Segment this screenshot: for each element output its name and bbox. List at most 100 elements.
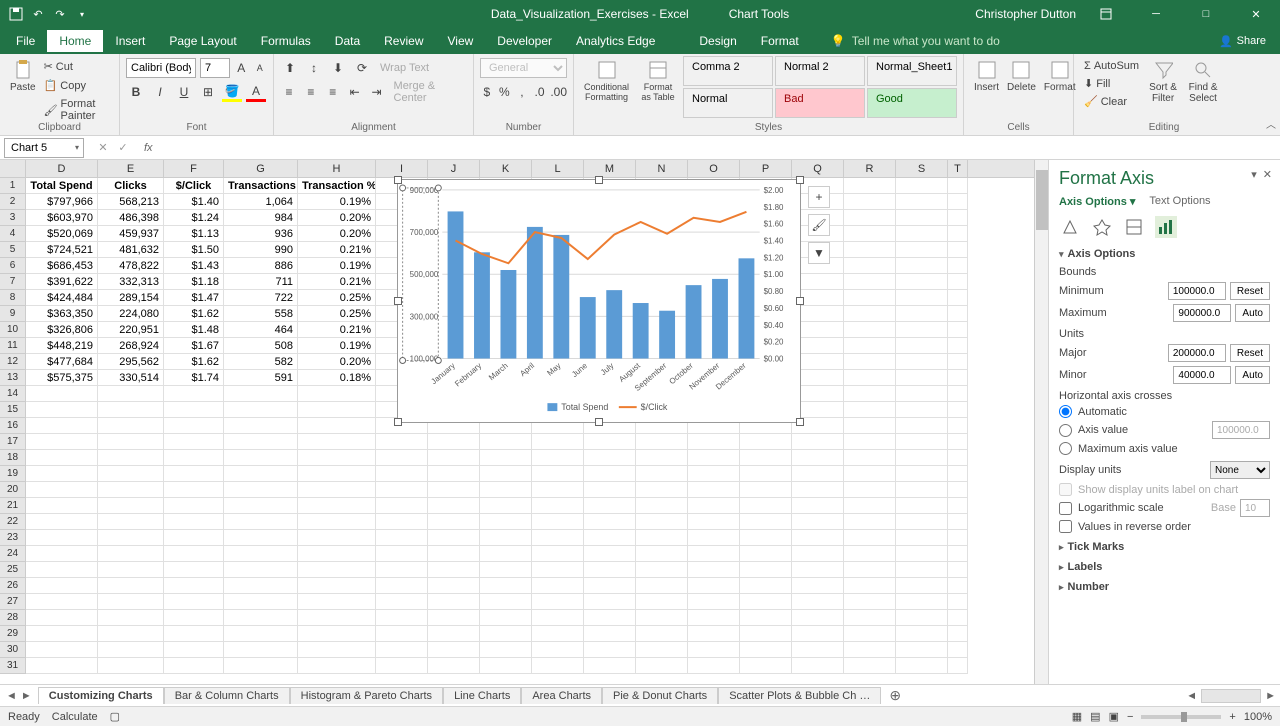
row-header[interactable]: 31 (0, 658, 26, 674)
conditional-formatting-button[interactable]: Conditional Formatting (580, 56, 633, 118)
cell[interactable]: 558 (224, 306, 298, 322)
cell[interactable] (164, 610, 224, 626)
axis-min-input[interactable] (1168, 282, 1226, 300)
cell[interactable]: 486,398 (98, 210, 164, 226)
cell[interactable]: 295,562 (98, 354, 164, 370)
cell[interactable] (948, 642, 968, 658)
cell[interactable] (584, 578, 636, 594)
cell[interactable] (224, 402, 298, 418)
cell[interactable]: 568,213 (98, 194, 164, 210)
cell[interactable] (164, 546, 224, 562)
cell[interactable] (428, 466, 480, 482)
cell[interactable] (298, 418, 376, 434)
cell[interactable] (164, 418, 224, 434)
style-normal2[interactable]: Normal 2 (775, 56, 865, 86)
cell[interactable] (98, 594, 164, 610)
cell[interactable] (844, 306, 896, 322)
cell[interactable] (688, 498, 740, 514)
indent-inc-icon[interactable]: ⇥ (368, 82, 386, 102)
cell[interactable] (26, 546, 98, 562)
cell[interactable] (480, 466, 532, 482)
cell[interactable] (896, 226, 948, 242)
increase-decimal-icon[interactable]: .0 (533, 82, 547, 102)
cell[interactable]: 289,154 (98, 290, 164, 306)
chart-handle-s[interactable] (595, 418, 603, 426)
cell[interactable] (948, 450, 968, 466)
comma-icon[interactable]: , (515, 82, 529, 102)
cell[interactable] (164, 386, 224, 402)
row-header[interactable]: 14 (0, 386, 26, 402)
cell[interactable]: 0.19% (298, 258, 376, 274)
formula-input[interactable] (159, 138, 1280, 158)
cell[interactable] (480, 658, 532, 674)
cell[interactable] (844, 402, 896, 418)
crosses-value-input[interactable] (1212, 421, 1270, 439)
cell[interactable] (792, 562, 844, 578)
cell[interactable] (844, 514, 896, 530)
cell[interactable] (376, 450, 428, 466)
cell[interactable] (688, 594, 740, 610)
cell[interactable] (532, 594, 584, 610)
row-header[interactable]: 19 (0, 466, 26, 482)
cell[interactable] (298, 594, 376, 610)
cell[interactable] (688, 626, 740, 642)
cell[interactable] (428, 450, 480, 466)
axis-max-auto[interactable]: Auto (1235, 304, 1270, 322)
cell[interactable] (98, 562, 164, 578)
font-color-icon[interactable]: A (246, 82, 266, 102)
cell[interactable] (376, 434, 428, 450)
cell[interactable]: Transaction % (298, 178, 376, 194)
spreadsheet-grid[interactable]: DEFGHIJKLMNOPQRST 1234567891011121314151… (0, 160, 1034, 684)
cell[interactable]: 464 (224, 322, 298, 338)
cell[interactable]: $1.67 (164, 338, 224, 354)
cell[interactable]: $1.62 (164, 354, 224, 370)
align-right-icon[interactable]: ≡ (324, 82, 342, 102)
axis-options-section[interactable]: Axis Options (1059, 248, 1270, 260)
cell[interactable] (98, 402, 164, 418)
cell[interactable]: Clicks (98, 178, 164, 194)
align-center-icon[interactable]: ≡ (302, 82, 320, 102)
cut-button[interactable]: ✂Cut (40, 58, 113, 75)
cell[interactable] (688, 658, 740, 674)
axis-min-reset[interactable]: Reset (1230, 282, 1270, 300)
cell[interactable]: 0.20% (298, 354, 376, 370)
cell[interactable] (896, 482, 948, 498)
cell[interactable] (896, 450, 948, 466)
cell[interactable] (584, 594, 636, 610)
cell[interactable] (480, 546, 532, 562)
row-header[interactable]: 15 (0, 402, 26, 418)
cell[interactable] (844, 242, 896, 258)
cell[interactable] (584, 626, 636, 642)
select-all-cell[interactable] (0, 160, 26, 177)
italic-button[interactable]: I (150, 82, 170, 102)
cell[interactable]: Transactions (224, 178, 298, 194)
row-header[interactable]: 11 (0, 338, 26, 354)
sheet-tab[interactable]: Pie & Donut Charts (602, 687, 718, 704)
tab-format[interactable]: Format (749, 30, 811, 52)
cell[interactable] (896, 466, 948, 482)
row-header[interactable]: 13 (0, 370, 26, 386)
cell[interactable] (164, 514, 224, 530)
cell[interactable] (636, 642, 688, 658)
cell[interactable] (298, 434, 376, 450)
cell[interactable] (532, 610, 584, 626)
cell[interactable]: 478,822 (98, 258, 164, 274)
tab-design[interactable]: Design (687, 30, 748, 52)
cell[interactable] (740, 610, 792, 626)
fill-button[interactable]: ⬇Fill (1080, 75, 1143, 92)
cell[interactable] (896, 306, 948, 322)
axis-max-input[interactable] (1173, 304, 1231, 322)
cell[interactable] (26, 610, 98, 626)
cell[interactable] (948, 514, 968, 530)
align-left-icon[interactable]: ≡ (280, 82, 298, 102)
row-header[interactable]: 30 (0, 642, 26, 658)
cell[interactable]: 268,924 (98, 338, 164, 354)
column-header[interactable]: J (428, 160, 480, 177)
cell[interactable]: 591 (224, 370, 298, 386)
cell[interactable] (376, 642, 428, 658)
cell[interactable] (948, 338, 968, 354)
cell[interactable] (428, 482, 480, 498)
column-header[interactable]: T (948, 160, 968, 177)
row-header[interactable]: 17 (0, 434, 26, 450)
cell[interactable] (792, 514, 844, 530)
